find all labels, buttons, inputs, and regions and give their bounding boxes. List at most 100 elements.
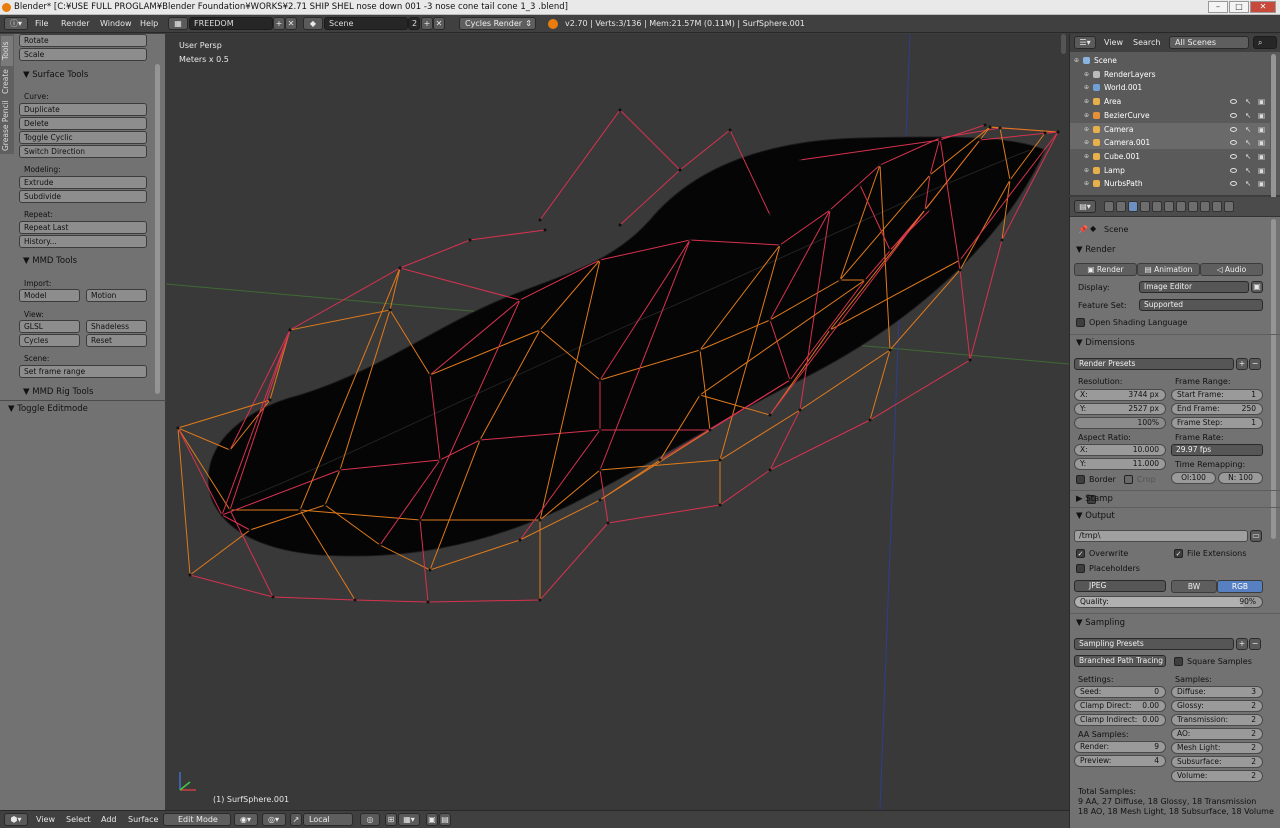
minimize-button[interactable]: – <box>1208 1 1228 13</box>
outliner-menu-view[interactable]: View <box>1104 38 1123 47</box>
mode-dropdown[interactable]: Edit Mode <box>163 813 231 826</box>
outliner-row[interactable]: ⊕ BezierCurve ↖ ▣ <box>1070 109 1270 122</box>
control-point[interactable] <box>248 528 252 532</box>
control-point[interactable] <box>1008 178 1012 182</box>
expand-icon[interactable]: ⊕ <box>1084 164 1089 177</box>
control-point[interactable] <box>768 213 772 217</box>
switch-direction-button[interactable]: Switch Direction <box>19 145 147 158</box>
control-point[interactable] <box>468 238 472 242</box>
constraints-tab-icon[interactable] <box>1164 201 1174 212</box>
3d-viewport[interactable]: User Persp Meters x 0.5 (1) SurfSphere.0… <box>166 34 1069 810</box>
visibility-eye-icon[interactable] <box>1230 140 1237 146</box>
control-point[interactable] <box>958 258 962 262</box>
control-point[interactable] <box>538 598 542 602</box>
quality-slider[interactable]: Quality: 90% <box>1074 596 1263 608</box>
resolution-y-field[interactable]: Y: 2527 px <box>1074 403 1166 415</box>
maximize-button[interactable]: □ <box>1229 1 1249 13</box>
control-point[interactable] <box>518 298 522 302</box>
outliner-menu-search[interactable]: Search <box>1133 38 1160 47</box>
expand-icon[interactable]: ⊕ <box>1084 109 1089 122</box>
control-point[interactable] <box>338 468 342 472</box>
control-point[interactable] <box>828 328 832 332</box>
crop-checkbox[interactable] <box>1124 475 1133 484</box>
output-path-field[interactable]: /tmp\ <box>1074 530 1248 542</box>
control-point[interactable] <box>798 408 802 412</box>
control-point[interactable] <box>428 373 432 377</box>
time-remap-old-field[interactable]: Ol:100 <box>1171 472 1216 484</box>
control-point[interactable] <box>928 173 932 177</box>
select-arrow-icon[interactable]: ↖ <box>1245 123 1251 136</box>
scene-icon[interactable]: ◆ <box>303 17 323 30</box>
scene-field[interactable]: Scene <box>324 17 408 30</box>
visibility-eye-icon[interactable] <box>1230 99 1237 105</box>
visibility-eye-icon[interactable] <box>1230 153 1237 159</box>
control-point[interactable] <box>778 243 782 247</box>
diffuse-samples-field[interactable]: Diffuse: 3 <box>1171 686 1263 698</box>
outliner-item-name[interactable]: BezierCurve <box>1104 109 1150 122</box>
screen-layout-field[interactable]: FREEDOM <box>189 17 273 30</box>
control-point[interactable] <box>923 208 927 212</box>
menu-window[interactable]: Window <box>100 19 132 28</box>
mmd-tools-header[interactable]: ▼ MMD Tools <box>23 256 77 266</box>
outliner-item-name[interactable]: Scene <box>1094 54 1117 67</box>
select-arrow-icon[interactable]: ↖ <box>1245 177 1251 190</box>
history-button[interactable]: History... <box>19 235 147 248</box>
control-point[interactable] <box>978 138 982 142</box>
control-point[interactable] <box>958 268 962 272</box>
editor-type-properties-icon[interactable]: ▤▾ <box>1074 200 1096 213</box>
pin-icon[interactable]: 📌 <box>1078 225 1088 234</box>
control-point[interactable] <box>838 278 842 282</box>
data-tab-icon[interactable] <box>1188 201 1198 212</box>
editor-type-outliner-icon[interactable]: ☰▾ <box>1074 36 1096 49</box>
control-point[interactable] <box>188 573 192 577</box>
close-window-button[interactable]: ✕ <box>1250 1 1276 13</box>
viewport-scene[interactable] <box>166 34 1069 810</box>
control-point[interactable] <box>598 498 602 502</box>
control-point[interactable] <box>888 248 892 252</box>
control-point[interactable] <box>228 448 232 452</box>
visibility-eye-icon[interactable] <box>1230 126 1237 132</box>
menu-help[interactable]: Help <box>140 19 158 28</box>
control-point[interactable] <box>606 521 610 525</box>
add-preset-icon[interactable]: + <box>1236 358 1248 370</box>
tool-shelf-scrollbar[interactable] <box>155 64 160 394</box>
render-camera-icon[interactable]: ▣ <box>1258 136 1265 149</box>
snap-target-icon[interactable]: ▦▾ <box>398 813 420 826</box>
outliner-filter-dropdown[interactable]: All Scenes <box>1169 36 1249 49</box>
aspect-x-field[interactable]: X: 10.000 <box>1074 444 1166 456</box>
render-camera-icon[interactable]: ▣ <box>1258 177 1265 190</box>
select-arrow-icon[interactable]: ↖ <box>1245 136 1251 149</box>
mesh-light-samples-field[interactable]: Mesh Light: 2 <box>1171 742 1263 754</box>
control-point[interactable] <box>271 595 275 599</box>
render-engine-dropdown[interactable]: Cycles Render ⇕ <box>459 17 536 30</box>
control-point[interactable] <box>928 208 932 212</box>
feature-set-dropdown[interactable]: Supported <box>1139 299 1263 311</box>
aa-render-field[interactable]: Render: 9 <box>1074 741 1166 753</box>
control-point[interactable] <box>988 125 992 129</box>
control-point[interactable] <box>428 568 432 572</box>
control-point[interactable] <box>268 398 272 402</box>
toggle-cyclic-button[interactable]: Toggle Cyclic <box>19 131 147 144</box>
color-rgb-button[interactable]: RGB <box>1217 580 1263 593</box>
expand-icon[interactable]: ⊕ <box>1084 177 1089 190</box>
outliner-row[interactable]: ⊕ Area ↖ ▣ <box>1070 95 1270 108</box>
square-samples-checkbox[interactable] <box>1174 657 1183 666</box>
orientation-dropdown[interactable]: Local <box>303 813 353 826</box>
outliner-item-name[interactable]: Lamp <box>1104 164 1125 177</box>
control-point[interactable] <box>478 438 482 442</box>
sampling-presets-dropdown[interactable]: Sampling Presets <box>1074 638 1234 650</box>
render-camera-icon[interactable]: ▣ <box>1258 164 1265 177</box>
subsurface-samples-field[interactable]: Subsurface: 2 <box>1171 756 1263 768</box>
toggle-editmode-header[interactable]: ▼ Toggle Editmode <box>8 404 88 414</box>
render-layers-tab-icon[interactable] <box>1116 201 1126 212</box>
overwrite-checkbox[interactable]: ✓ <box>1076 549 1085 558</box>
control-point[interactable] <box>598 378 602 382</box>
volume-samples-field[interactable]: Volume: 2 <box>1171 770 1263 782</box>
add-scene-icon[interactable]: + <box>421 17 433 30</box>
control-point[interactable] <box>968 358 972 362</box>
cycles-button[interactable]: Cycles <box>19 334 80 347</box>
control-point[interactable] <box>543 228 547 232</box>
remove-preset-icon[interactable]: − <box>1249 358 1261 370</box>
control-point[interactable] <box>698 393 702 397</box>
motion-button[interactable]: Motion <box>86 289 147 302</box>
